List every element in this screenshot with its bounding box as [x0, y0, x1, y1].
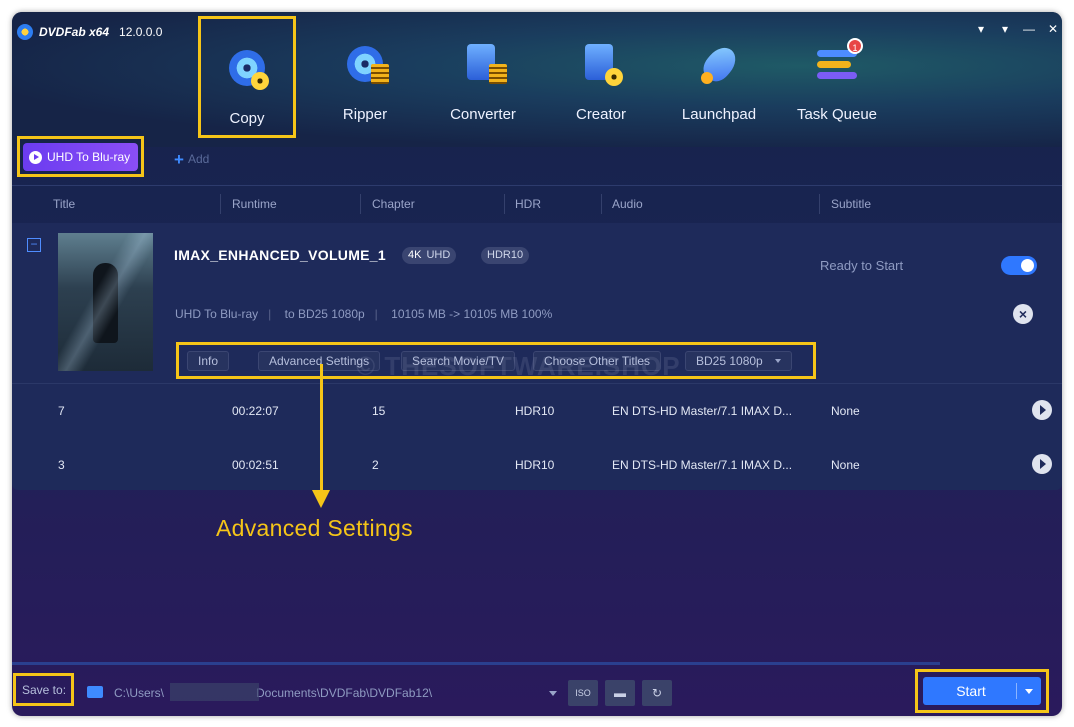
close-icon[interactable]: ✕: [1046, 22, 1060, 36]
nav-ripper-label: Ripper: [342, 106, 388, 123]
column-header: Title Runtime Chapter HDR Audio Subtitle: [12, 185, 1062, 221]
creator-icon: [579, 42, 623, 86]
nav-launchpad-label: Launchpad: [681, 106, 757, 123]
row-hdr: HDR10: [515, 404, 555, 418]
app-version: 12.0.0.0: [119, 25, 163, 39]
title-list: 7 00:22:07 15 HDR10 EN DTS-HD Master/7.1…: [12, 383, 1062, 490]
app-window: DVDFab x64 12.0.0.0 ▾ ▾ — ✕ Copy Ripper …: [12, 12, 1062, 716]
row-chapter: 2: [372, 458, 379, 472]
col-hdr: HDR: [515, 197, 541, 211]
info-button[interactable]: Info: [187, 351, 230, 371]
dvdfab-logo-icon: [17, 24, 33, 40]
skin-icon[interactable]: ▾: [974, 22, 988, 36]
table-row[interactable]: 3 00:02:51 2 HDR10 EN DTS-HD Master/7.1 …: [12, 438, 1062, 491]
row-hdr: HDR10: [515, 458, 555, 472]
annotation-arrow-line: [320, 364, 323, 494]
col-subtitle: Subtitle: [831, 197, 872, 211]
title-meta: UHD To Blu-ray | to BD25 1080p | 10105 MB …: [175, 307, 553, 321]
add-label: Add: [187, 152, 210, 166]
collapse-toggle[interactable]: −: [27, 238, 41, 252]
nav-task-queue-label: Task Queue: [796, 106, 878, 123]
output-profile-select[interactable]: BD25 1080p: [685, 351, 792, 371]
output-path[interactable]: C:\Users\ Documents\DVDFab\DVDFab12\: [114, 686, 432, 700]
col-title: Title: [53, 197, 76, 211]
chevron-down-icon: [774, 359, 781, 363]
meta-target: to BD25 1080p: [284, 307, 365, 321]
row-subtitle: None: [831, 404, 860, 418]
title-name: IMAX_ENHANCED_VOLUME_1: [174, 247, 386, 263]
row-audio: EN DTS-HD Master/7.1 IMAX D...: [612, 404, 793, 418]
nav-copy-label: Copy: [229, 110, 265, 127]
nav-creator-label: Creator: [575, 106, 627, 123]
row-subtitle: None: [831, 458, 860, 472]
row-title: 3: [58, 458, 65, 472]
row-title: 7: [58, 404, 65, 418]
window-controls: ▾ ▾ — ✕: [974, 22, 1060, 36]
meta-size: 10105 MB -> 10105 MB 100%: [391, 307, 553, 321]
remove-title-button[interactable]: ×: [1013, 304, 1033, 324]
row-audio: EN DTS-HD Master/7.1 IMAX D...: [612, 458, 793, 472]
meta-mode: UHD To Blu-ray: [175, 307, 259, 321]
row-runtime: 00:22:07: [232, 404, 279, 418]
output-profile-value: BD25 1080p: [696, 354, 763, 368]
browse-folder-icon[interactable]: ▬: [605, 680, 635, 706]
start-button[interactable]: Start: [923, 677, 1041, 705]
resolution-tag: 4K UHD: [402, 247, 457, 264]
plus-icon: +: [174, 150, 184, 169]
minimize-icon[interactable]: —: [1022, 22, 1036, 36]
row-chapter: 15: [372, 404, 386, 418]
path-dropdown-icon[interactable]: [549, 691, 557, 696]
play-preview-icon[interactable]: [1032, 400, 1052, 420]
nav-copy[interactable]: Copy: [198, 16, 296, 138]
nav-converter-label: Converter: [450, 106, 516, 123]
resolution-uhd: UHD: [426, 249, 451, 261]
table-row[interactable]: 7 00:22:07 15 HDR10 EN DTS-HD Master/7.1…: [12, 384, 1062, 437]
task-queue-badge: 1: [847, 38, 863, 54]
progress-line: [12, 662, 940, 665]
col-chapter: Chapter: [372, 197, 415, 211]
mode-highlight: UHD To Blu-ray: [17, 136, 144, 177]
app-logo: DVDFab x64 12.0.0.0: [17, 24, 162, 40]
col-audio: Audio: [612, 197, 643, 211]
app-brand: DVDFab x64: [39, 25, 110, 39]
start-dropdown-icon[interactable]: [1025, 689, 1033, 694]
movie-poster: [58, 233, 153, 371]
nav-launchpad[interactable]: Launchpad: [660, 12, 778, 137]
ripper-icon: [343, 42, 389, 86]
mode-play-icon: [29, 150, 42, 164]
resolution-4k: 4K: [408, 249, 422, 261]
bottom-bar: Save to: C:\Users\ Documents\DVDFab\DVDFa…: [12, 669, 1062, 716]
redacted-username: [170, 683, 259, 701]
output-path-end: Documents\DVDFab\DVDFab12\: [256, 686, 433, 700]
watermark: © THESOFTWARE.SHOP: [356, 351, 681, 381]
add-source-button[interactable]: + Add: [174, 150, 209, 170]
iso-icon[interactable]: ISO: [568, 680, 598, 706]
module-nav: Copy Ripper Converter Creator Launchpad …: [198, 12, 896, 138]
col-runtime: Runtime: [232, 197, 277, 211]
title-enable-toggle[interactable]: [1001, 256, 1037, 275]
folder-icon: [87, 686, 103, 698]
task-queue-icon: 1: [815, 38, 863, 86]
converter-icon: [461, 42, 507, 86]
nav-task-queue[interactable]: 1 Task Queue: [778, 12, 896, 137]
nav-converter[interactable]: Converter: [424, 12, 542, 137]
annotation-arrow-icon: [312, 490, 330, 508]
start-label: Start: [956, 683, 986, 699]
output-path-start: C:\Users\: [114, 686, 165, 700]
mode-label: UHD To Blu-ray: [47, 150, 131, 164]
row-runtime: 00:02:51: [232, 458, 279, 472]
menu-icon[interactable]: ▾: [998, 22, 1012, 36]
nav-ripper[interactable]: Ripper: [306, 12, 424, 137]
mode-select-button[interactable]: UHD To Blu-ray: [23, 143, 138, 171]
copy-disc-icon: [225, 46, 269, 90]
refresh-icon[interactable]: ↻: [642, 680, 672, 706]
save-to-label: Save to:: [13, 673, 74, 706]
annotation-label: Advanced Settings: [216, 515, 413, 541]
rocket-icon: [697, 41, 742, 87]
play-preview-icon[interactable]: [1032, 454, 1052, 474]
hdr-tag: HDR10: [481, 247, 530, 264]
status-text: Ready to Start: [820, 258, 904, 273]
start-highlight: Start: [915, 669, 1049, 713]
nav-creator[interactable]: Creator: [542, 12, 660, 137]
